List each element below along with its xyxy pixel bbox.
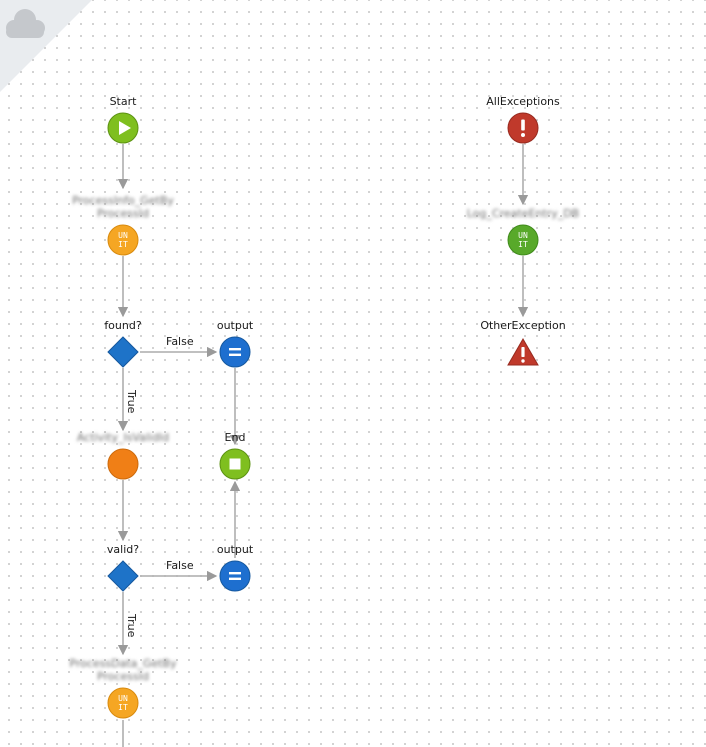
log-action-label: Log_CreateEntry_DB	[466, 207, 580, 220]
unit-action-icon[interactable]: UN IT	[507, 224, 539, 256]
action2-label: ProcessData_GetBy ProcessId	[69, 657, 177, 683]
decision2-label: valid?	[106, 543, 140, 556]
unit-action-icon[interactable]: UN IT	[107, 687, 139, 719]
start-label: Start	[109, 95, 137, 108]
output1-label: output	[216, 319, 254, 332]
decision1-label: found?	[104, 319, 142, 332]
raise-exception-label: OtherException	[480, 319, 566, 332]
decision-icon[interactable]	[107, 336, 139, 368]
assign-icon[interactable]	[219, 336, 251, 368]
flow-canvas[interactable]: Start ProcessInfo_GetBy ProcessId UN IT …	[0, 0, 706, 747]
action1-label: ProcessInfo_GetBy ProcessId	[72, 194, 174, 220]
unit-icon-text: UN IT	[118, 694, 128, 712]
false-branch-label: False	[166, 559, 194, 572]
assign-icon[interactable]	[219, 560, 251, 592]
end-icon[interactable]	[219, 448, 251, 480]
activity-label: Activity_IsValidId	[76, 431, 170, 444]
end-label: End	[224, 431, 246, 444]
exception-handler-label: AllExceptions	[486, 95, 560, 108]
unit-icon-text: UN IT	[118, 231, 128, 249]
false-branch-label: False	[166, 335, 194, 348]
start-icon[interactable]	[107, 112, 139, 144]
activity-icon[interactable]	[107, 448, 139, 480]
unit-action-icon[interactable]: UN IT	[107, 224, 139, 256]
unit-icon-text: UN IT	[518, 231, 528, 249]
decision-icon[interactable]	[107, 560, 139, 592]
exclamation-icon[interactable]	[507, 112, 539, 144]
true-branch-label: True	[125, 390, 138, 414]
output2-label: output	[216, 543, 254, 556]
warning-icon[interactable]	[507, 336, 539, 368]
connector-lines	[117, 144, 529, 747]
true-branch-label: True	[125, 614, 138, 638]
